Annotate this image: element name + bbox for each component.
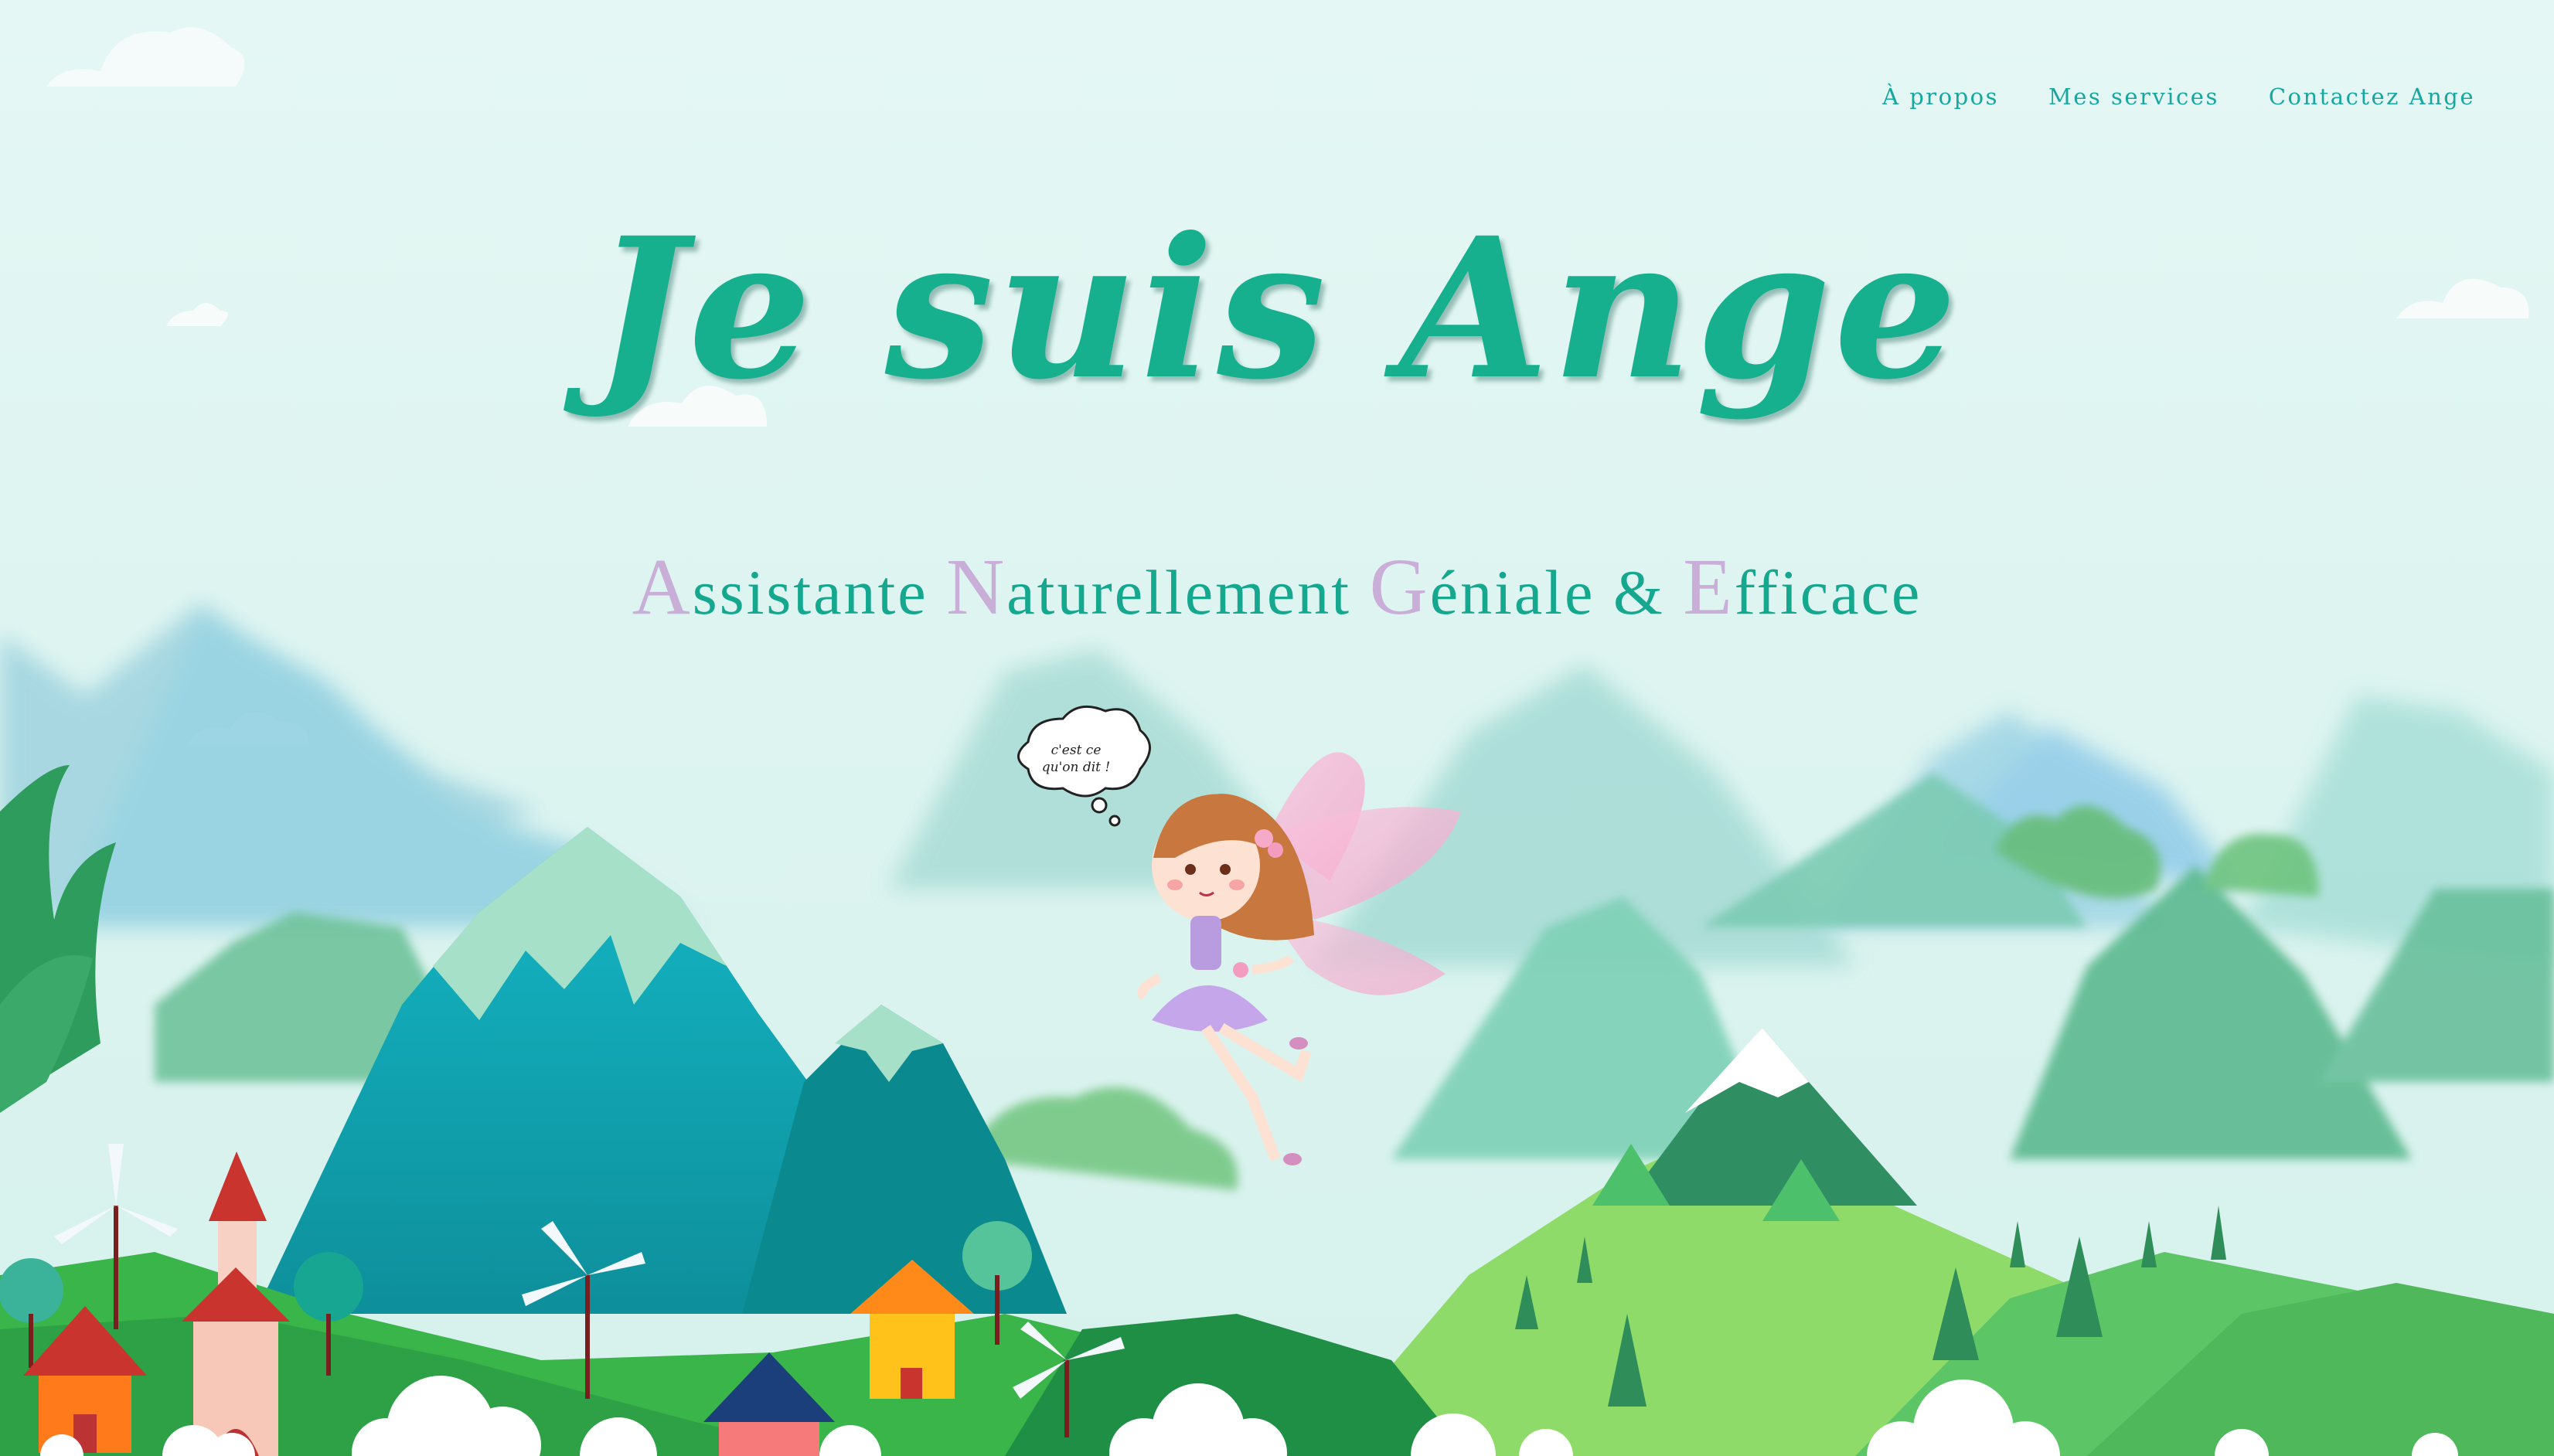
main-nav: À propos Mes services Contactez Ange: [1882, 83, 2475, 110]
subtitle-word-2: Naturellement: [946, 543, 1352, 631]
bubble-line-2: qu'on dit !: [1041, 760, 1111, 775]
bubble-line-1: c'est ce: [1051, 743, 1102, 758]
subtitle-word-4: Efficace: [1683, 543, 1922, 631]
nav-contact[interactable]: Contactez Ange: [2269, 83, 2475, 110]
thought-bubble-text: c'est ce qu'on dit !: [1024, 720, 1128, 798]
subtitle-ampersand: &: [1612, 557, 1665, 628]
hero-title: Je suis Ange: [594, 195, 1960, 422]
subtitle-word-3: Géniale: [1369, 543, 1595, 631]
hero-subtitle: Assistante Naturellement Géniale & Effic…: [0, 541, 2554, 633]
nav-about[interactable]: À propos: [1882, 83, 1999, 110]
subtitle-word-1: Assistante: [632, 543, 928, 631]
nav-services[interactable]: Mes services: [2048, 83, 2219, 110]
